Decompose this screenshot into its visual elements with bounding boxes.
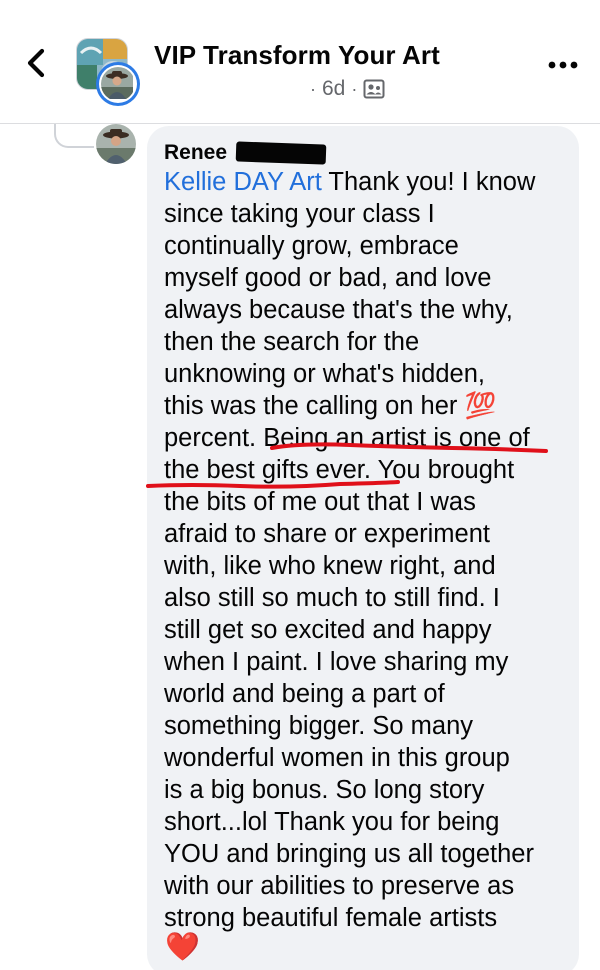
comment-line: with our abilities to preserve as (164, 872, 515, 900)
comment-line: strong beautiful female artists (164, 904, 498, 932)
comment-line: something bigger. So many (164, 712, 474, 740)
more-horizontal-icon (548, 61, 578, 69)
comment-author-name[interactable]: Renee (164, 141, 227, 165)
comment-line: continually grow, embrace (164, 232, 459, 260)
comment-line: this was the calling on her 💯 (164, 392, 497, 420)
comment-line: unknowing or what's hidden, (164, 360, 485, 388)
comment-line: short...lol Thank you for being (164, 808, 500, 836)
comment-line: wonderful women in this group (164, 744, 510, 772)
members-icon (363, 79, 385, 99)
post-header: VIP Transform Your Art · 6d · (0, 0, 600, 124)
reply-thread-line (54, 124, 94, 148)
group-avatar[interactable] (76, 38, 140, 106)
comment-line: when I paint. I love sharing my (164, 648, 509, 676)
comment-line: with, like who knew right, and (164, 552, 496, 580)
more-options-button[interactable] (546, 58, 580, 72)
comment-line: myself good or bad, and love (164, 264, 492, 292)
comment-line: YOU and bringing us all together (164, 840, 534, 868)
author-avatar (101, 67, 135, 101)
redaction-mark (235, 141, 327, 165)
mention-link[interactable]: Kellie DAY Art (164, 168, 322, 196)
comment-line: the bits of me out that I was (164, 488, 476, 516)
comment-line: still get so excited and happy (164, 616, 492, 644)
meta-separator: · (310, 78, 316, 99)
comment-line: percent. Being an artist is one of (164, 424, 530, 452)
comment-line: world and being a part of (164, 680, 445, 708)
comment-line: the best gifts ever. You brought (164, 456, 515, 484)
comment-line: since taking your class I (164, 200, 435, 228)
back-button[interactable] (22, 46, 52, 80)
chevron-left-icon (27, 48, 45, 78)
meta-separator: · (351, 78, 358, 99)
post-timestamp[interactable]: 6d (322, 77, 345, 101)
comment-line: Kellie DAY Art Thank you! I know (164, 168, 536, 196)
commenter-avatar[interactable] (96, 124, 136, 164)
comment-body: Kellie DAY Art Thank you! I know since t… (164, 166, 572, 934)
comment-line: also still so much to still find. I (164, 584, 500, 612)
heart-reaction-emoji: ❤️ (165, 931, 200, 962)
author-avatar-ring (96, 62, 140, 106)
group-title[interactable]: VIP Transform Your Art (154, 40, 440, 71)
comment-line: always because that's the why, (164, 296, 513, 324)
comment-line: then the search for the (164, 328, 420, 356)
comment-line: is a big bonus. So long story (164, 776, 485, 804)
comment-line: afraid to share or experiment (164, 520, 490, 548)
post-meta: · 6d · (310, 77, 385, 101)
